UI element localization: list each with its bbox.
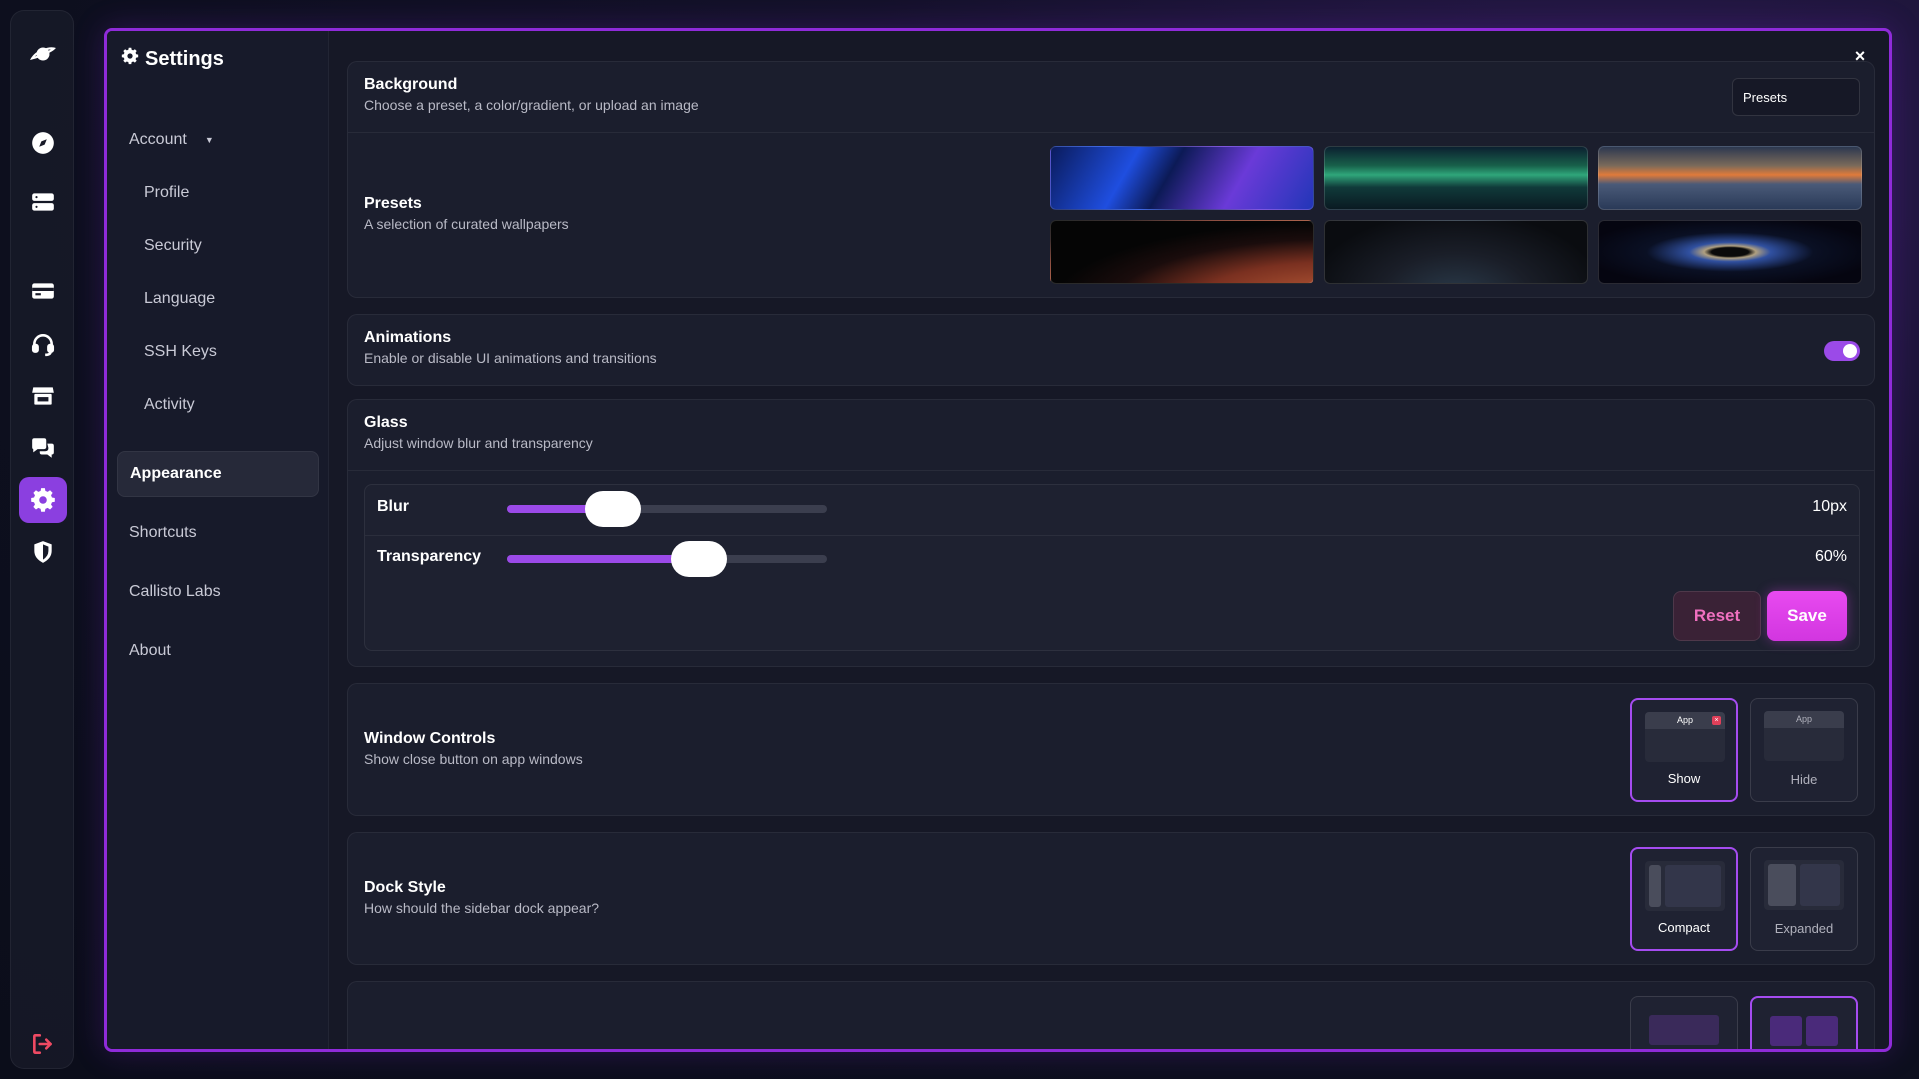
background-title: Background bbox=[364, 76, 458, 93]
glass-title: Glass bbox=[364, 414, 408, 431]
settings-title-text: Settings bbox=[145, 47, 224, 70]
blur-label: Blur bbox=[377, 498, 409, 515]
settings-content: Background Choose a preset, a color/grad… bbox=[347, 31, 1889, 1049]
blur-value: 10px bbox=[1812, 498, 1847, 515]
window-controls-card: Window Controls Show close button on app… bbox=[347, 683, 1875, 816]
glass-card: Glass Adjust window blur and transparenc… bbox=[347, 399, 1875, 667]
shield-icon[interactable] bbox=[19, 529, 67, 575]
option-partial-1[interactable] bbox=[1630, 996, 1738, 1049]
option-compact-label: Compact bbox=[1657, 920, 1711, 935]
blur-slider-thumb[interactable] bbox=[584, 491, 641, 527]
transparency-value: 60% bbox=[1814, 548, 1847, 565]
window-preview: App bbox=[1764, 711, 1844, 761]
background-desc: Choose a preset, a color/gradient, or up… bbox=[364, 97, 699, 113]
animations-toggle[interactable] bbox=[1824, 341, 1860, 361]
option-hide-close[interactable]: App Hide bbox=[1750, 698, 1858, 802]
animations-card: Animations Enable or disable UI animatio… bbox=[347, 314, 1875, 386]
divider bbox=[348, 132, 1874, 133]
planet-logo-icon[interactable] bbox=[19, 31, 67, 77]
wallpaper-mars[interactable] bbox=[1050, 220, 1314, 284]
credit-card-icon[interactable] bbox=[19, 268, 67, 314]
window-preview: App × bbox=[1645, 712, 1725, 762]
dock-style-title: Dock Style bbox=[364, 879, 446, 896]
gear-icon bbox=[121, 47, 139, 71]
chat-icon[interactable] bbox=[19, 425, 67, 471]
app-dock bbox=[10, 10, 74, 1069]
option-expanded-label: Expanded bbox=[1774, 921, 1834, 936]
settings-sidebar: Settings Account ▼ Profile Security Lang… bbox=[107, 31, 329, 1049]
nav-account-label: Account bbox=[129, 131, 187, 148]
next-setting-card bbox=[347, 981, 1875, 1049]
nav-appearance[interactable]: Appearance bbox=[117, 451, 319, 497]
caret-down-icon: ▼ bbox=[204, 135, 214, 145]
store-icon[interactable] bbox=[19, 373, 67, 419]
compass-icon[interactable] bbox=[19, 120, 67, 166]
dock-style-card: Dock Style How should the sidebar dock a… bbox=[347, 832, 1875, 965]
save-button[interactable]: Save bbox=[1767, 591, 1847, 641]
transparency-label: Transparency bbox=[377, 548, 482, 565]
nav-profile[interactable]: Profile bbox=[117, 170, 319, 216]
divider bbox=[348, 470, 1874, 471]
option-partial-2[interactable] bbox=[1750, 996, 1858, 1049]
window-controls-title: Window Controls bbox=[364, 730, 496, 747]
wallpaper-earth-night[interactable] bbox=[1324, 220, 1588, 284]
settings-title: Settings bbox=[121, 47, 224, 71]
window-controls-desc: Show close button on app windows bbox=[364, 751, 583, 767]
expanded-dock-preview bbox=[1764, 860, 1844, 910]
option-expanded-dock[interactable]: Expanded bbox=[1750, 847, 1858, 951]
nav-language[interactable]: Language bbox=[117, 276, 319, 322]
option-preview bbox=[1649, 1015, 1719, 1045]
wallpaper-aurora[interactable] bbox=[1324, 146, 1588, 210]
option-show-close[interactable]: App × Show bbox=[1630, 698, 1738, 802]
presets-desc: A selection of curated wallpapers bbox=[364, 216, 569, 232]
dock-preview-sidebar bbox=[1768, 864, 1796, 906]
background-card: Background Choose a preset, a color/grad… bbox=[347, 61, 1875, 298]
option-hide-label: Hide bbox=[1790, 772, 1818, 787]
transparency-slider[interactable] bbox=[507, 541, 827, 577]
reset-button[interactable]: Reset bbox=[1673, 591, 1761, 641]
animations-title: Animations bbox=[364, 329, 452, 346]
presets-title: Presets bbox=[364, 195, 422, 212]
logout-icon[interactable] bbox=[19, 1021, 67, 1067]
close-icon: × bbox=[1712, 716, 1721, 725]
dock-style-desc: How should the sidebar dock appear? bbox=[364, 900, 600, 916]
toggle-knob bbox=[1843, 344, 1857, 358]
option-compact-dock[interactable]: Compact bbox=[1630, 847, 1738, 951]
server-icon[interactable] bbox=[19, 179, 67, 225]
wallpaper-saturn[interactable] bbox=[1598, 220, 1862, 284]
headset-icon[interactable] bbox=[19, 321, 67, 367]
glass-controls-panel: Blur 10px Transparency 60% Reset Save bbox=[364, 484, 1860, 651]
option-preview bbox=[1770, 1016, 1802, 1046]
background-source-select[interactable]: Presets bbox=[1732, 78, 1860, 116]
divider bbox=[365, 535, 1859, 536]
option-show-label: Show bbox=[1667, 771, 1701, 786]
animations-desc: Enable or disable UI animations and tran… bbox=[364, 350, 657, 366]
transparency-slider-thumb[interactable] bbox=[671, 541, 727, 577]
compact-dock-preview bbox=[1645, 861, 1725, 911]
blur-slider[interactable] bbox=[507, 491, 827, 527]
nav-security[interactable]: Security bbox=[117, 223, 319, 269]
wallpaper-mountain-sunset[interactable] bbox=[1598, 146, 1862, 210]
dock-preview-sidebar bbox=[1649, 865, 1661, 907]
settings-window: × Settings Account ▼ Profile Security La… bbox=[104, 28, 1892, 1052]
nav-shortcuts[interactable]: Shortcuts bbox=[117, 510, 319, 556]
nav-about[interactable]: About bbox=[117, 628, 319, 674]
dock-preview-main bbox=[1665, 865, 1721, 907]
option-preview bbox=[1806, 1016, 1838, 1046]
nav-account[interactable]: Account ▼ bbox=[117, 117, 319, 163]
nav-callisto-labs[interactable]: Callisto Labs bbox=[117, 569, 319, 615]
dock-preview-main bbox=[1800, 864, 1840, 906]
nav-activity[interactable]: Activity bbox=[117, 382, 319, 428]
settings-gear-icon[interactable] bbox=[19, 477, 67, 523]
nav-ssh-keys[interactable]: SSH Keys bbox=[117, 329, 319, 375]
window-preview-titlebar: App bbox=[1764, 711, 1844, 728]
wallpaper-abstract-blue[interactable] bbox=[1050, 146, 1314, 210]
glass-desc: Adjust window blur and transparency bbox=[364, 435, 593, 451]
